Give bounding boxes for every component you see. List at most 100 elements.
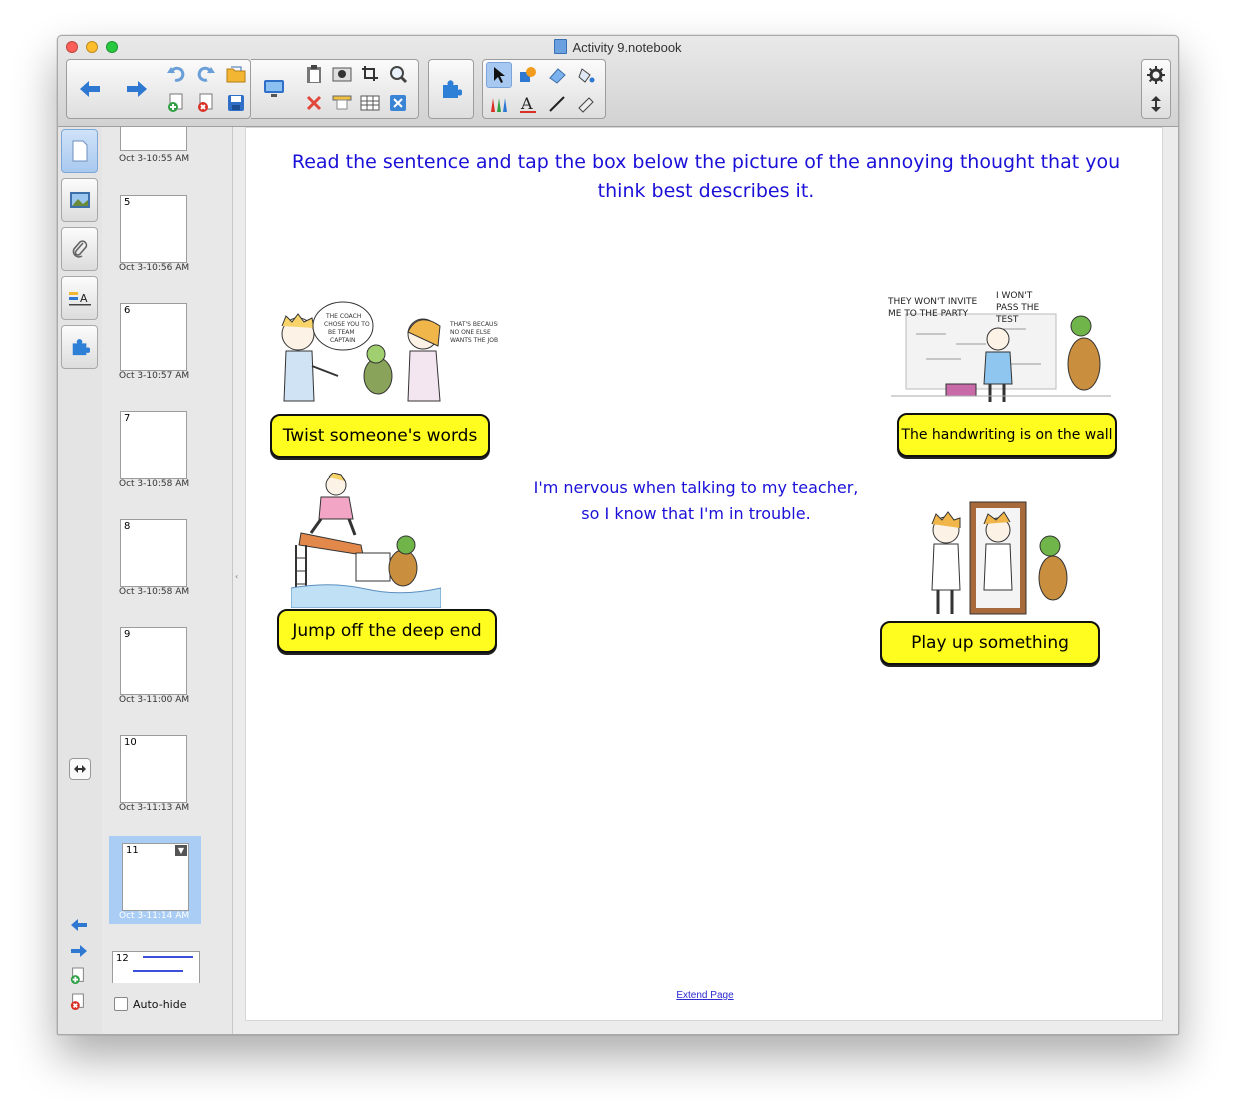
answer-jump-button[interactable]: Jump off the deep end — [277, 609, 497, 653]
collapse-sorter-handle[interactable]: ‹ — [235, 572, 238, 581]
turtle-figure — [1067, 315, 1101, 391]
page-thumbnail-label: Oct 3-10:57 AM — [119, 371, 190, 381]
select-arrow-icon[interactable] — [486, 62, 512, 88]
notebook-page: Read the sentence and tap the box below … — [245, 127, 1163, 1021]
page-number: 11 — [126, 845, 139, 856]
page-thumbnail[interactable]: 10 — [120, 735, 187, 803]
diver-figure — [309, 473, 357, 536]
answer-handwriting-button[interactable]: The handwriting is on the wall — [897, 413, 1117, 457]
turtle-figure — [388, 535, 418, 587]
magnifier-icon[interactable] — [385, 61, 411, 87]
twist-cartoon: THE COACH CHOSE YOU TO BE TEAM CAPTAIN T… — [281, 301, 498, 402]
page-thumbnail[interactable] — [120, 127, 187, 151]
pass-caption-3: TEST — [995, 315, 1019, 325]
gear-icon[interactable] — [1143, 62, 1169, 88]
brick-wall — [905, 313, 1057, 390]
page-sorter-icon — [72, 140, 87, 162]
app-window: Activity 9.notebook A A Oct 3-10:55 AM 5… — [57, 35, 1179, 1035]
fill-icon[interactable] — [573, 62, 599, 88]
attachments-icon — [72, 240, 87, 258]
pass-caption-1: I WON'T — [996, 291, 1033, 301]
add-page-icon[interactable] — [163, 90, 189, 116]
sign — [355, 552, 391, 582]
coach-caption-1: THE COACH — [325, 313, 361, 320]
svg-text:A: A — [520, 94, 533, 113]
clear-icon[interactable] — [301, 90, 327, 116]
jump-cartoon — [291, 473, 441, 608]
invite-caption-1: THEY WON'T INVITE — [887, 297, 978, 307]
thumbnail-preview-line — [133, 970, 183, 972]
turtle-figure — [1038, 535, 1068, 601]
gallery-tab[interactable] — [61, 178, 98, 222]
page-thumbnail-label: Oct 3-11:13 AM — [119, 803, 190, 813]
properties-tab[interactable]: A — [61, 276, 98, 320]
sidebar-delete-page-icon[interactable] — [70, 993, 86, 1015]
answer-twist-button[interactable]: Twist someone's words — [270, 414, 490, 458]
coach-caption-2: CHOSE YOU TO — [324, 321, 370, 328]
screen-shade-icon[interactable] — [329, 90, 355, 116]
delete-page-icon[interactable] — [193, 90, 219, 116]
page-thumbnail-label: Oct 3-10:56 AM — [119, 263, 190, 273]
crop-icon[interactable] — [357, 61, 383, 87]
boy-figure — [983, 327, 1013, 402]
close-box-icon[interactable] — [385, 90, 411, 116]
text-icon[interactable]: A — [515, 91, 541, 117]
save-icon[interactable] — [223, 90, 249, 116]
page-thumbnail[interactable]: 7 — [120, 411, 187, 479]
answer-play-button[interactable]: Play up something — [880, 621, 1100, 665]
page-thumbnail[interactable]: 6 — [120, 303, 187, 371]
table-icon[interactable] — [357, 90, 383, 116]
page-number: 12 — [116, 953, 129, 964]
page-thumbnail[interactable]: 5 — [120, 195, 187, 263]
play-cartoon — [931, 501, 1068, 615]
autohide-checkbox[interactable] — [114, 997, 128, 1011]
gallery-icon — [69, 192, 90, 208]
line-icon[interactable] — [544, 91, 570, 117]
coach-caption-4: CAPTAIN — [330, 337, 355, 344]
coach-caption-3: BE TEAM — [328, 329, 355, 336]
speech-bubble: THE COACH CHOSE YOU TO BE TEAM CAPTAIN — [312, 301, 374, 351]
invite-caption-2: ME TO THE PARTY — [888, 309, 969, 319]
svg-text:A: A — [80, 292, 88, 305]
sidebar-add-page-icon[interactable] — [70, 967, 86, 989]
sidebar-forward-icon[interactable] — [70, 943, 88, 962]
because-caption-2: NO ONE ELSE — [450, 329, 491, 336]
notebook-file-icon — [554, 39, 568, 54]
eraser-icon[interactable] — [544, 62, 570, 88]
page-thumbnail-label: Oct 3-11:14 AM — [119, 911, 190, 921]
undo-icon[interactable] — [163, 61, 189, 87]
page-thumbnail[interactable]: 9 — [120, 627, 187, 695]
page-sorter-tab[interactable] — [61, 129, 98, 173]
puzzle-icon[interactable] — [438, 76, 464, 102]
page-thumbnail-selected[interactable]: 11 ▼ — [122, 843, 189, 911]
page-number: 5 — [124, 197, 131, 208]
because-caption-3: WANTS THE JOB. — [450, 337, 498, 344]
display-icon[interactable] — [261, 76, 287, 102]
back-arrow-icon[interactable] — [77, 76, 103, 102]
turtle-figure — [363, 344, 393, 395]
redo-icon[interactable] — [193, 61, 219, 87]
sidebar-back-icon[interactable] — [70, 917, 88, 936]
attachments-tab[interactable] — [61, 227, 98, 271]
extend-page-link[interactable]: Extend Page — [246, 990, 1164, 1001]
page-thumbnail[interactable]: 12 — [112, 951, 200, 983]
page-number: 9 — [124, 629, 131, 640]
pens-icon[interactable] — [486, 91, 512, 117]
page-menu-icon[interactable]: ▼ — [175, 845, 187, 856]
resize-horizontal-icon[interactable] — [69, 758, 91, 780]
addons-tab[interactable] — [61, 325, 98, 369]
screen-capture-icon[interactable] — [329, 61, 355, 87]
page-thumbnail[interactable]: 8 — [120, 519, 187, 587]
prompt-sentence: I'm nervous when talking to my teacher, … — [533, 478, 859, 523]
magic-pen-icon[interactable] — [573, 91, 599, 117]
vertical-arrows-icon[interactable] — [1143, 91, 1169, 117]
pool-water — [291, 584, 441, 608]
thumbnail-preview-line — [143, 956, 193, 958]
addons-group — [428, 59, 474, 119]
tools-group: A — [482, 59, 606, 119]
shapes-icon[interactable] — [515, 62, 541, 88]
paste-icon[interactable] — [301, 61, 327, 87]
forward-arrow-icon[interactable] — [124, 76, 150, 102]
autohide-toggle[interactable]: Auto-hide — [114, 997, 187, 1011]
open-folder-icon[interactable] — [223, 61, 249, 87]
